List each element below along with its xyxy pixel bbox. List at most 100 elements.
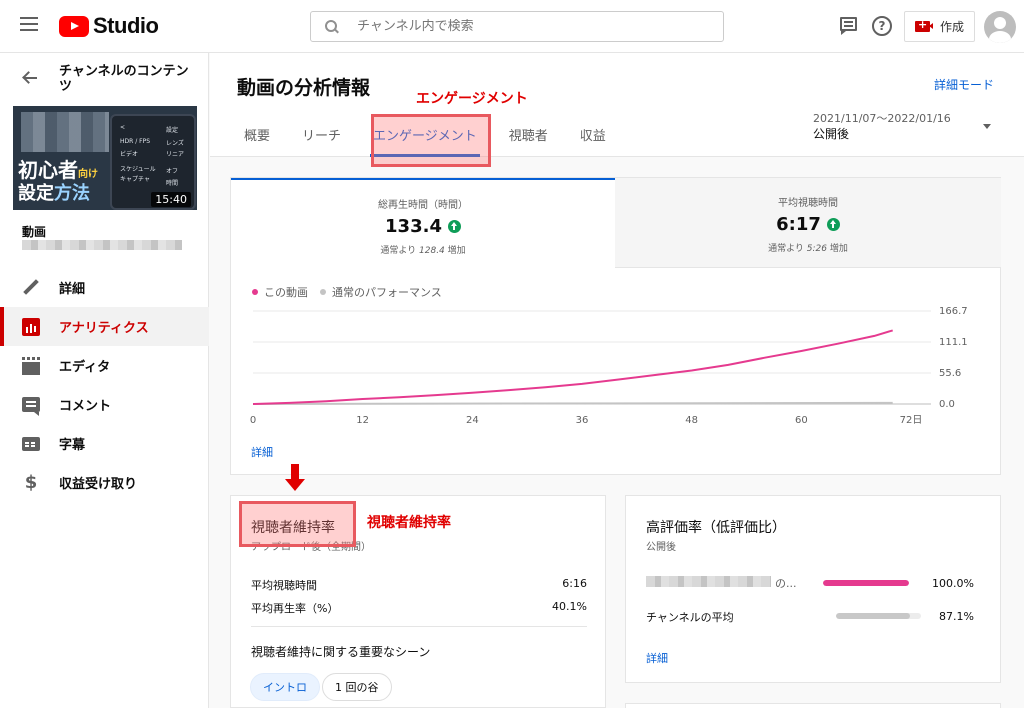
search-icon[interactable] [325,19,339,34]
feedback-icon[interactable] [839,16,859,36]
back-arrow-icon[interactable] [22,70,38,86]
editor-icon [22,356,40,375]
channel-average-label: チャンネルの平均 [646,611,734,624]
series-line [252,401,893,405]
like-pct-channel: 87.1% [939,610,974,623]
sidebar-item-label: エディタ [59,360,111,375]
legend-dot-typical [320,289,326,295]
sidebar-item-details[interactable]: 詳細 [0,268,209,307]
create-label: 作成 [940,20,965,34]
x-tick-label: 36 [576,415,589,426]
like-bar-this-video [823,580,909,586]
legend-dot-this-video [252,289,258,295]
sidebar-item-label: アナリティクス [59,321,149,336]
video-camera-icon [915,18,933,32]
x-tick-label: 72日 [900,415,923,426]
retention-row: 平均再生率（%） 40.1% [251,600,587,615]
advanced-mode-link[interactable]: 詳細モード [934,76,994,93]
sidebar-item-label: コメント [59,399,112,414]
metric-tab-avg-view-duration[interactable]: 平均視聴時間 6:17 通常より 5:26 増加 [615,178,1001,268]
chip-dip[interactable]: 1 回の谷 [322,673,392,701]
youtube-logo-icon [59,15,89,37]
x-tick-label: 48 [685,415,698,426]
tab-revenue[interactable]: 収益 [564,111,622,157]
like-ratio-detail-link[interactable]: 詳細 [646,650,668,666]
chip-intro[interactable]: イントロ [250,673,320,701]
y-tick-label: 111.1 [939,337,968,348]
retention-row: 平均視聴時間 6:16 [251,577,587,592]
metric-comparison: 通常より 128.4 増加 [380,246,466,256]
watch-time-line-chart[interactable]: 0.0 55.6 111.1 166.7 0 12 24 36 48 60 72日 [231,298,1002,438]
tab-reach[interactable]: リーチ [286,111,357,157]
sidebar-item-label: 字幕 [59,438,86,453]
date-range[interactable]: 2021/11/07〜2022/01/16 [813,110,951,126]
comment-icon [22,397,40,416]
top-bar: Studio ? 作成 [0,0,1024,53]
x-tick-label: 0 [250,415,256,426]
channel-content-title[interactable]: チャンネルのコンテンツ [59,64,189,94]
search-input[interactable] [357,19,697,34]
analytics-header: 動画の分析情報 詳細モード エンゲージメント 概要 リーチ エンゲージメント 視… [210,53,1024,167]
y-tick-label: 0.0 [939,399,955,410]
retention-subtitle: アップロード後（全期間） [251,542,371,553]
chart-detail-link[interactable]: 詳細 [251,444,273,460]
video-name-suffix: の... [775,577,797,590]
create-button[interactable]: 作成 [904,11,975,42]
sidebar-item-comments[interactable]: コメント [0,385,209,424]
studio-logo[interactable]: Studio [59,13,159,38]
sidebar-item-subtitles[interactable]: 字幕 [0,424,209,463]
video-thumbnail[interactable]: < 設定 HDR / FPS レンズ ビデオ リニア スケジュール オフ キャプチャ 時間… [13,106,197,210]
analytics-icon [22,317,40,336]
page-title: 動画の分析情報 [237,77,371,99]
logo-text: Studio [93,13,159,38]
engagement-chart-card: 総再生時間（時間） 133.4 通常より 128.4 増加 平均視聴時間 6:1… [230,177,1001,475]
sidebar-item-analytics[interactable]: アナリティクス [0,307,209,346]
video-title-blurred [22,240,182,250]
metric-label: 平均視聴時間 [778,198,838,209]
video-duration: 15:40 [151,192,191,207]
search-box[interactable] [310,11,724,42]
annotation-engagement: エンゲージメント [416,91,528,107]
main-content: 動画の分析情報 詳細モード エンゲージメント 概要 リーチ エンゲージメント 視… [210,53,1024,708]
sidebar-item-label: 詳細 [59,282,86,297]
date-range-label[interactable]: 公開後 [813,125,849,142]
metric-tab-watch-time[interactable]: 総再生時間（時間） 133.4 通常より 128.4 増加 [231,178,615,268]
subtitles-icon [22,437,40,451]
menu-icon[interactable] [20,17,38,31]
avatar[interactable] [984,11,1016,43]
arrow-up-icon [447,220,461,233]
metric-value: 6:17 [615,214,1001,235]
thumbnail-text-line2: 設定方法 [18,183,90,204]
x-tick-label: 24 [466,415,479,426]
tab-engagement[interactable]: エンゲージメント [357,111,493,157]
metric-comparison: 通常より 5:26 増加 [768,244,848,254]
x-tick-label: 12 [356,415,369,426]
arrow-up-icon [826,218,840,231]
arrow-down-icon [285,464,305,494]
series-line [252,329,893,405]
metric-label: 総再生時間（時間） [378,200,468,211]
sidebar-item-editor[interactable]: エディタ [0,346,209,385]
video-name-blurred [646,576,771,587]
x-tick-label: 60 [795,415,808,426]
video-section-label: 動画 [22,225,47,239]
y-tick-label: 55.6 [939,368,961,379]
like-ratio-title: 高評価率（低評価比） [646,520,786,536]
divider [251,626,587,627]
retention-title: 視聴者維持率 [251,520,335,536]
sidebar-item-earn[interactable]: $ 収益受け取り [0,463,209,502]
sidebar-item-label: 収益受け取り [59,477,138,492]
sidebar-nav: 詳細 アナリティクス エディタ コメント 字幕 $ 収益受け取り [0,268,209,502]
sidebar: チャンネルのコンテンツ < 設定 HDR / FPS レンズ ビデオ リニア スケジュ… [0,53,209,708]
blurred-region [21,112,109,152]
help-icon[interactable]: ? [872,16,892,36]
tab-overview[interactable]: 概要 [228,111,286,157]
tabs: 概要 リーチ エンゲージメント 視聴者 収益 [228,111,622,157]
dollar-icon: $ [24,471,38,493]
y-tick-label: 166.7 [939,306,968,317]
like-ratio-subtitle: 公開後 [646,542,676,553]
like-pct-this-video: 100.0% [932,577,974,590]
like-ratio-card: 高評価率（低評価比） 公開後 の... 100.0% チャンネルの平均 87.1… [625,495,1001,683]
chevron-down-icon[interactable] [983,124,991,129]
tab-audience[interactable]: 視聴者 [493,111,564,157]
